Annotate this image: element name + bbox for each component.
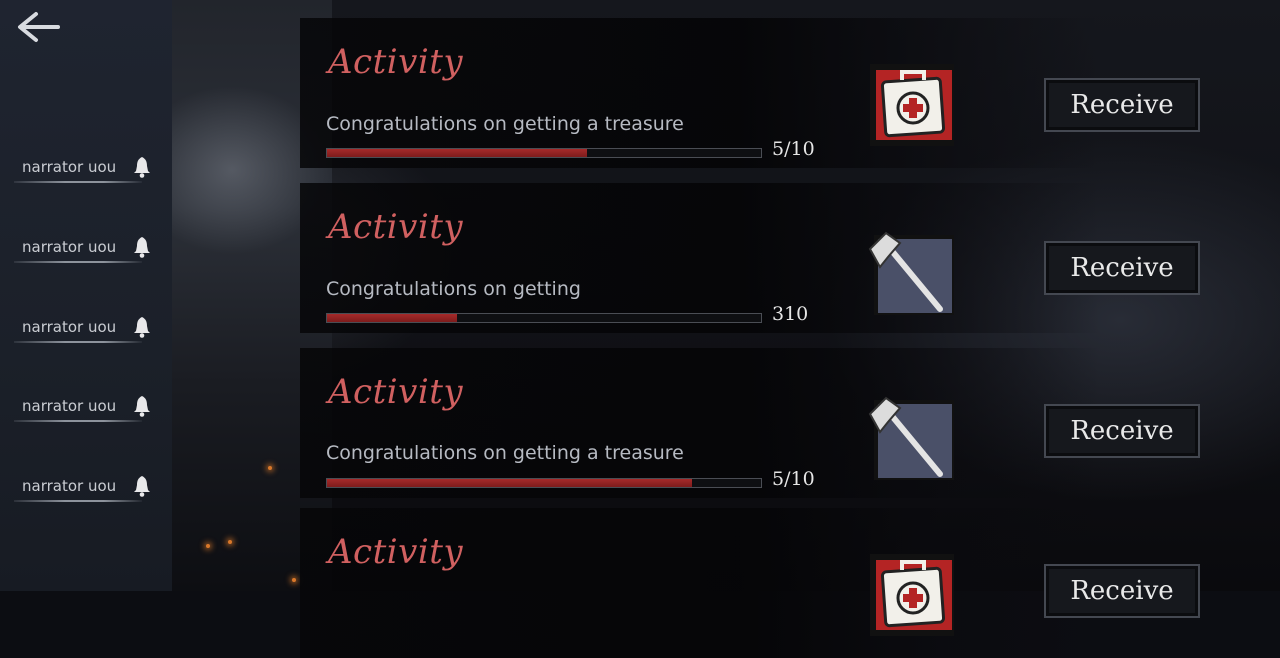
activity-row: Activity Congratulations on getting a tr… [300,330,1280,498]
receive-button[interactable]: Receive [1044,241,1200,295]
row-background [300,348,1100,498]
activity-row: Activity Congratulations on getting a tr… [300,0,1280,168]
row-background [300,18,1100,168]
sidebar-item-narrator[interactable]: narrator uou [14,467,164,507]
ember-particle [206,544,210,548]
hatchet-icon [866,392,958,484]
bell-icon [134,396,150,417]
activity-row: Activity Receive [300,490,1280,658]
first-aid-kit-icon [866,548,958,640]
sidebar-item-label: narrator uou [22,477,117,495]
progress-fill [327,149,588,157]
sidebar-item-narrator[interactable]: narrator uou [14,308,164,348]
progress-bar [326,148,762,158]
divider [14,261,142,263]
activity-row: Activity Congratulations on getting 310 … [300,165,1280,333]
bell-icon [134,237,150,258]
ember-particle [228,540,232,544]
progress-bar [326,478,762,488]
activity-title: Activity [328,532,464,572]
receive-button[interactable]: Receive [1044,404,1200,458]
sidebar-item-label: narrator uou [22,318,117,336]
ember-particle [268,466,272,470]
activity-description: Congratulations on getting [326,278,581,300]
progress-bar [326,313,762,323]
back-button[interactable] [14,10,62,44]
receive-button[interactable]: Receive [1044,564,1200,618]
activity-title: Activity [328,207,464,247]
ember-particle [292,578,296,582]
row-background [300,183,1100,333]
progress-count: 310 [772,303,809,325]
sidebar-item-label: narrator uou [22,397,117,415]
sidebar: narrator uou narrator uou narrator uou n… [0,0,172,591]
activity-title: Activity [328,372,464,412]
divider [14,420,142,422]
sidebar-item-label: narrator uou [22,158,117,176]
divider [14,341,142,343]
divider [14,500,142,502]
bell-icon [134,157,150,178]
hatchet-icon [866,227,958,319]
divider [14,181,142,183]
activity-description: Congratulations on getting a treasure [326,442,684,464]
sidebar-item-narrator[interactable]: narrator uou [14,387,164,427]
progress-fill [327,479,692,487]
sidebar-item-narrator[interactable]: narrator uou [14,228,164,268]
activity-description: Congratulations on getting a treasure [326,113,684,135]
sidebar-item-label: narrator uou [22,238,117,256]
first-aid-kit-icon [866,58,958,150]
row-background [300,508,1100,658]
progress-count: 5/10 [772,468,815,490]
receive-button[interactable]: Receive [1044,78,1200,132]
sidebar-item-narrator[interactable]: narrator uou [14,148,164,188]
progress-count: 5/10 [772,138,815,160]
bell-icon [134,317,150,338]
progress-fill [327,314,458,322]
bell-icon [134,476,150,497]
activity-title: Activity [328,42,464,82]
back-arrow-icon [18,12,60,42]
